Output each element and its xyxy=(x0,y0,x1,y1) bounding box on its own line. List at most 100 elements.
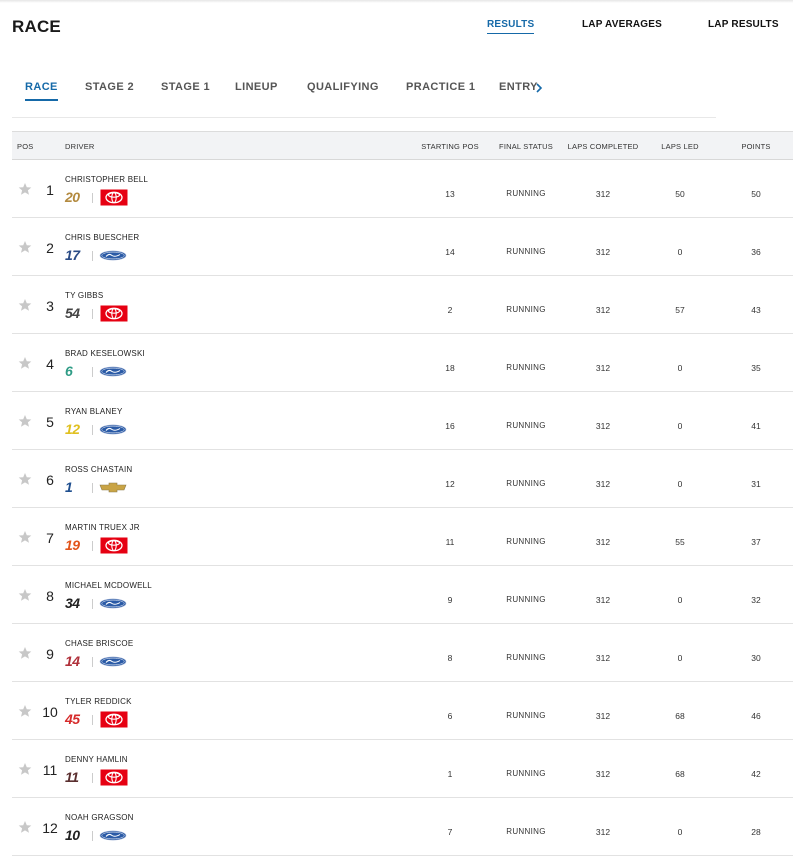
laps-completed: 312 xyxy=(595,537,611,547)
car-number-text: 45 xyxy=(65,711,80,727)
car-number-text: 10 xyxy=(65,827,80,843)
nav-lap-results[interactable]: LAP RESULTS xyxy=(708,19,779,30)
table-row: 12 NOAH GRAGSON 10 7 RUNNING 312 0 28 xyxy=(12,798,793,856)
col-final-status: FINAL STATUS xyxy=(499,142,553,151)
starting-pos: 18 xyxy=(445,363,455,373)
final-status: RUNNING xyxy=(506,189,546,198)
laps-completed: 312 xyxy=(595,247,611,257)
divider xyxy=(92,251,93,261)
star-icon[interactable] xyxy=(18,530,32,544)
star-icon[interactable] xyxy=(18,182,32,196)
position: 4 xyxy=(46,356,54,372)
star-icon[interactable] xyxy=(18,414,32,428)
table-row: 10 TYLER REDDICK 45 6 RUNNING 312 68 46 xyxy=(12,682,793,740)
driver-name[interactable]: DENNY HAMLIN xyxy=(65,755,128,764)
toyota-logo-icon xyxy=(100,189,128,206)
position: 8 xyxy=(46,588,54,604)
star-icon[interactable] xyxy=(18,704,32,718)
divider xyxy=(92,599,93,609)
tab-stage-2[interactable]: STAGE 2 xyxy=(85,81,134,93)
position: 10 xyxy=(42,704,58,720)
driver-name[interactable]: BRAD KESELOWSKI xyxy=(65,349,145,358)
starting-pos: 7 xyxy=(447,827,453,837)
car-number-text: 12 xyxy=(65,421,80,437)
driver-name[interactable]: CHASE BRISCOE xyxy=(65,639,133,648)
table-row: 3 TY GIBBS 54 2 RUNNING 312 57 43 xyxy=(12,276,793,334)
points: 31 xyxy=(751,479,761,489)
position: 11 xyxy=(42,762,58,778)
divider xyxy=(92,715,93,725)
laps-led: 57 xyxy=(675,305,685,315)
starting-pos: 13 xyxy=(445,189,455,199)
car-number: 17 xyxy=(65,247,91,263)
tab-race[interactable]: RACE xyxy=(25,81,58,101)
star-icon[interactable] xyxy=(18,356,32,370)
divider xyxy=(92,541,93,551)
ford-logo-icon xyxy=(99,363,127,380)
laps-led: 0 xyxy=(677,827,683,837)
driver-name[interactable]: NOAH GRAGSON xyxy=(65,813,134,822)
laps-completed: 312 xyxy=(595,595,611,605)
tab-practice-1[interactable]: PRACTICE 1 xyxy=(406,81,475,93)
table-row: 8 MICHAEL MCDOWELL 34 9 RUNNING 312 0 32 xyxy=(12,566,793,624)
car-number-text: 11 xyxy=(65,769,79,785)
laps-led: 0 xyxy=(677,653,683,663)
points: 41 xyxy=(751,421,761,431)
points: 42 xyxy=(751,769,761,779)
star-icon[interactable] xyxy=(18,298,32,312)
driver-name[interactable]: TY GIBBS xyxy=(65,291,103,300)
tab-lineup[interactable]: LINEUP xyxy=(235,81,278,93)
car-number: 11 xyxy=(65,769,91,785)
star-icon[interactable] xyxy=(18,762,32,776)
car-number: 1 xyxy=(65,479,91,495)
star-icon[interactable] xyxy=(18,820,32,834)
driver-name[interactable]: ROSS CHASTAIN xyxy=(65,465,132,474)
laps-completed: 312 xyxy=(595,653,611,663)
laps-led: 55 xyxy=(675,537,685,547)
car-number-text: 20 xyxy=(65,189,80,205)
driver-name[interactable]: MICHAEL MCDOWELL xyxy=(65,581,152,590)
final-status: RUNNING xyxy=(506,711,546,720)
laps-completed: 312 xyxy=(595,421,611,431)
star-icon[interactable] xyxy=(18,588,32,602)
driver-name[interactable]: CHRISTOPHER BELL xyxy=(65,175,148,184)
laps-completed: 312 xyxy=(595,305,611,315)
nav-results[interactable]: RESULTS xyxy=(487,19,535,34)
col-starting-pos: STARTING POS xyxy=(421,142,479,151)
starting-pos: 11 xyxy=(445,537,455,547)
star-icon[interactable] xyxy=(18,240,32,254)
starting-pos: 6 xyxy=(447,711,453,721)
laps-completed: 312 xyxy=(595,479,611,489)
driver-name[interactable]: RYAN BLANEY xyxy=(65,407,122,416)
final-status: RUNNING xyxy=(506,653,546,662)
star-icon[interactable] xyxy=(18,472,32,486)
starting-pos: 16 xyxy=(445,421,455,431)
laps-led: 0 xyxy=(677,595,683,605)
page-header: RACE RESULTS LAP AVERAGES LAP RESULTS xyxy=(0,0,793,52)
driver-name[interactable]: MARTIN TRUEX JR xyxy=(65,523,140,532)
final-status: RUNNING xyxy=(506,769,546,778)
tab-qualifying[interactable]: QUALIFYING xyxy=(307,81,379,93)
table-row: 1 CHRISTOPHER BELL 20 13 RUNNING 312 50 50 xyxy=(12,160,793,218)
position: 7 xyxy=(46,530,54,546)
car-number: 54 xyxy=(65,305,91,321)
chevrolet-logo-icon xyxy=(99,479,127,496)
chevron-right-icon[interactable] xyxy=(533,81,545,95)
driver-name[interactable]: CHRIS BUESCHER xyxy=(65,233,139,242)
starting-pos: 14 xyxy=(445,247,455,257)
col-points: POINTS xyxy=(741,142,771,151)
divider xyxy=(92,309,93,319)
tab-stage-1[interactable]: STAGE 1 xyxy=(161,81,210,93)
table-row: 11 DENNY HAMLIN 11 1 RUNNING 312 68 42 xyxy=(12,740,793,798)
car-number-text: 14 xyxy=(65,653,80,669)
driver-name[interactable]: TYLER REDDICK xyxy=(65,697,132,706)
laps-led: 50 xyxy=(675,189,685,199)
points: 32 xyxy=(751,595,761,605)
laps-led: 0 xyxy=(677,363,683,373)
session-tabs: RACE STAGE 2 STAGE 1 LINEUP QUALIFYING P… xyxy=(12,70,716,118)
car-number: 45 xyxy=(65,711,91,727)
final-status: RUNNING xyxy=(506,363,546,372)
car-number-text: 1 xyxy=(65,479,73,495)
nav-lap-averages[interactable]: LAP AVERAGES xyxy=(582,19,662,30)
star-icon[interactable] xyxy=(18,646,32,660)
